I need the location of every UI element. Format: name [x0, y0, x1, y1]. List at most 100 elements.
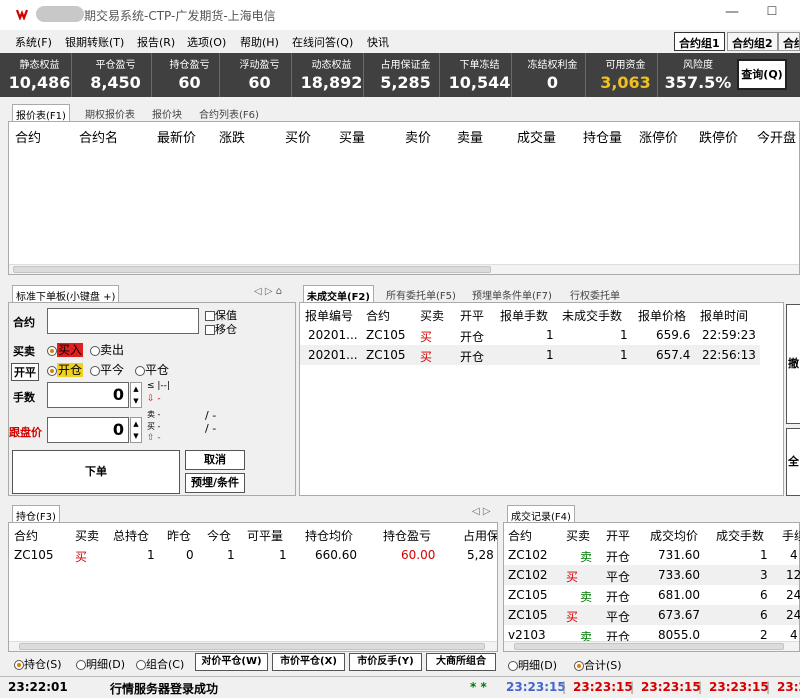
col-closable-qty[interactable]: 可平量 [247, 527, 283, 544]
minimize-button[interactable]: — [722, 4, 742, 24]
tab-contract-group-3[interactable]: 合约 [778, 32, 800, 51]
col-today-position[interactable]: 今仓 [207, 527, 231, 544]
close-radio[interactable]: 平仓 [135, 361, 169, 378]
status-bar: 23:22:01 行情服务器登录成功 * * 23:23:15 | 23:23:… [0, 676, 800, 698]
col-position-pnl[interactable]: 持仓盈亏 [383, 527, 431, 544]
col-order-time[interactable]: 报单时间 [700, 307, 748, 324]
price-spinner[interactable]: ▲ ▼ [130, 417, 142, 443]
col-contract[interactable]: 合约 [14, 527, 38, 544]
col-side[interactable]: 买卖 [75, 527, 99, 544]
col-fill-qty[interactable]: 成交手数 [716, 527, 764, 544]
radio-trade-total[interactable]: 合计(S) [574, 657, 622, 673]
preorder-button[interactable]: 预埋/条件 [185, 473, 245, 493]
market-close-button[interactable]: 市价平仓(X) [272, 653, 345, 671]
query-button[interactable]: 查询(Q) [737, 59, 787, 90]
contract-input[interactable] [47, 308, 199, 334]
menu-options[interactable]: 选项(O) [187, 34, 226, 50]
col-offset[interactable]: 开平 [460, 307, 484, 324]
col-total-position[interactable]: 总持仓 [113, 527, 149, 544]
move-position-checkbox[interactable]: 移仓 [205, 321, 237, 337]
col-order-id[interactable]: 报单编号 [305, 307, 353, 324]
scroll-thumb[interactable] [514, 643, 784, 650]
scroll-thumb[interactable] [13, 266, 491, 273]
counter-price-close-button[interactable]: 对价平仓(W) [195, 653, 268, 671]
trades-hscrollbar[interactable] [504, 641, 799, 651]
offset-label-button[interactable]: 开平 [11, 363, 39, 381]
col-bid-price[interactable]: 买价 [285, 127, 311, 146]
close-today-radio[interactable]: 平今 [90, 361, 124, 378]
col-avg-fill-price[interactable]: 成交均价 [650, 527, 698, 544]
table-row[interactable]: ZC102 卖 开仓 731.60 1 4 [504, 545, 799, 565]
col-yesterday-position[interactable]: 昨仓 [167, 527, 191, 544]
col-contract[interactable]: 合约 [508, 527, 532, 544]
menu-help[interactable]: 帮助(H) [240, 34, 279, 50]
col-contract-name[interactable]: 合约名 [79, 127, 118, 146]
panel-nav-arrows-icon[interactable]: ◁ ▷ [472, 506, 491, 517]
col-today-open[interactable]: 今开盘 [757, 127, 796, 146]
table-row[interactable]: ZC105 卖 开仓 681.00 6 24 [504, 585, 800, 605]
positions-hscrollbar[interactable] [9, 641, 497, 651]
col-contract[interactable]: 合约 [15, 127, 41, 146]
col-unfilled-qty[interactable]: 未成交手数 [562, 307, 622, 324]
market-reverse-button[interactable]: 市价反手(Y) [349, 653, 422, 671]
col-margin[interactable]: 占用保 [463, 527, 497, 544]
col-ask-price[interactable]: 卖价 [405, 127, 431, 146]
col-limit-down[interactable]: 跌停价 [699, 127, 738, 146]
trade-offset: 平仓 [606, 610, 631, 624]
quote-hscrollbar[interactable] [9, 264, 799, 274]
menu-system[interactable]: 系统(F) [15, 34, 52, 50]
table-row[interactable]: ZC105 买 1 0 1 1 660.60 60.00 5,28 [9, 545, 497, 565]
cancel-button[interactable]: 取消 [185, 450, 245, 470]
scroll-thumb[interactable] [19, 643, 485, 650]
qty-input[interactable]: 0 [47, 382, 129, 408]
qty-spinner[interactable]: ▲ ▼ [130, 382, 142, 408]
menu-report[interactable]: 报告(R) [137, 34, 175, 50]
tab-contract-group-1[interactable]: 合约组1 [674, 32, 725, 51]
price-input[interactable]: 0 [47, 417, 129, 443]
cancel-all-button[interactable]: 全 [786, 428, 800, 496]
col-bid-volume[interactable]: 买量 [339, 127, 365, 146]
submit-order-button[interactable]: 下单 [12, 450, 180, 494]
col-open-interest[interactable]: 持仓量 [583, 127, 622, 146]
radio-details[interactable]: 明细(D) [76, 656, 125, 672]
table-row[interactable]: ZC105 买 平仓 673.67 6 24 [504, 605, 800, 625]
menu-qa[interactable]: 在线问答(Q) [292, 34, 353, 50]
table-row[interactable]: 20201... ZC105 买 开仓 1 1 659.6 22:59:23 [300, 325, 760, 345]
window-title: 期交易系统-CTP-广发期货-上海电信 [84, 9, 276, 23]
col-side[interactable]: 买卖 [566, 527, 590, 544]
buy-radio[interactable]: 买入 [47, 341, 84, 358]
cancel-order-button[interactable]: 撤 [786, 304, 800, 424]
table-row[interactable]: ZC102 买 平仓 733.60 3 12 [504, 565, 800, 585]
table-row[interactable]: 20201... ZC105 买 开仓 1 1 657.4 22:56:13 [300, 345, 760, 365]
col-ask-volume[interactable]: 卖量 [457, 127, 483, 146]
radio-trade-details[interactable]: 明细(D) [508, 657, 557, 673]
contract-label: 合约 [13, 316, 35, 329]
menu-news[interactable]: 快讯 [367, 34, 389, 50]
col-limit-up[interactable]: 涨停价 [639, 127, 678, 146]
trade-contract: ZC102 [508, 548, 548, 562]
maximize-button[interactable]: ☐ [762, 4, 782, 24]
col-side[interactable]: 买卖 [420, 307, 444, 324]
tab-contract-group-2[interactable]: 合约组2 [727, 32, 778, 51]
radio-positions[interactable]: 持仓(S) [14, 656, 62, 672]
dce-combo-button[interactable]: 大商所组合 [426, 653, 496, 671]
panel-nav-arrows-icon[interactable]: ◁ ▷ ⌂ [254, 286, 282, 297]
sell-radio[interactable]: 卖出 [90, 341, 124, 358]
price-label[interactable]: 跟盘价 [9, 424, 42, 440]
col-order-qty[interactable]: 报单手数 [500, 307, 548, 324]
col-volume[interactable]: 成交量 [517, 127, 556, 146]
menu-bank-transfer[interactable]: 银期转账(T) [65, 34, 124, 50]
col-last-price[interactable]: 最新价 [157, 127, 196, 146]
col-offset[interactable]: 开平 [606, 527, 630, 544]
col-order-price[interactable]: 报单价格 [638, 307, 686, 324]
table-row[interactable]: v2103 卖 开仓 8055.0 2 4 [504, 625, 799, 641]
col-avg-price[interactable]: 持仓均价 [305, 527, 353, 544]
radio-combo[interactable]: 组合(C) [136, 656, 184, 672]
col-contract[interactable]: 合约 [366, 307, 390, 324]
col-change[interactable]: 涨跌 [219, 127, 245, 146]
open-radio[interactable]: 开仓 [47, 361, 84, 378]
qty-max-indicator: ≤ |--| [147, 381, 170, 391]
col-fee[interactable]: 手续 [782, 527, 800, 544]
trade-price: 733.60 [658, 568, 700, 582]
ask-volume: / - [205, 409, 217, 422]
